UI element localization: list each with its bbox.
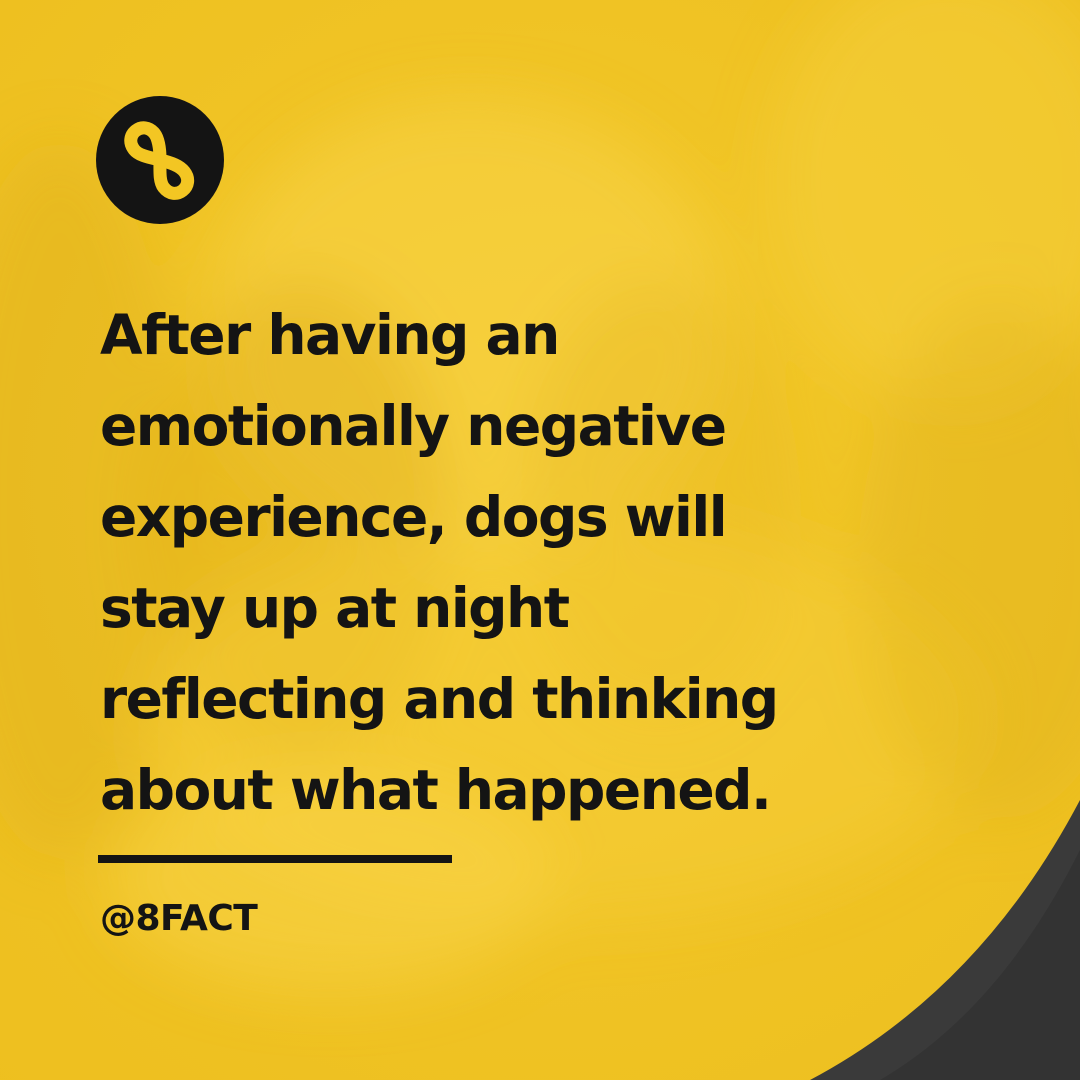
brand-handle: @8FACT — [100, 898, 258, 939]
fact-line: about what happened. — [100, 758, 772, 822]
fact-line: emotionally negative — [100, 394, 727, 458]
fact-text: After having an emotionally negative exp… — [100, 290, 1000, 836]
fact-line: After having an — [100, 303, 560, 367]
fact-line: experience, dogs will — [100, 485, 728, 549]
fact-line: reflecting and thinking — [100, 667, 779, 731]
brand-logo — [96, 96, 224, 224]
fact-line: stay up at night — [100, 576, 570, 640]
divider — [98, 855, 452, 863]
infinity-eight-icon — [124, 121, 195, 200]
fact-card: After having an emotionally negative exp… — [0, 0, 1080, 1080]
